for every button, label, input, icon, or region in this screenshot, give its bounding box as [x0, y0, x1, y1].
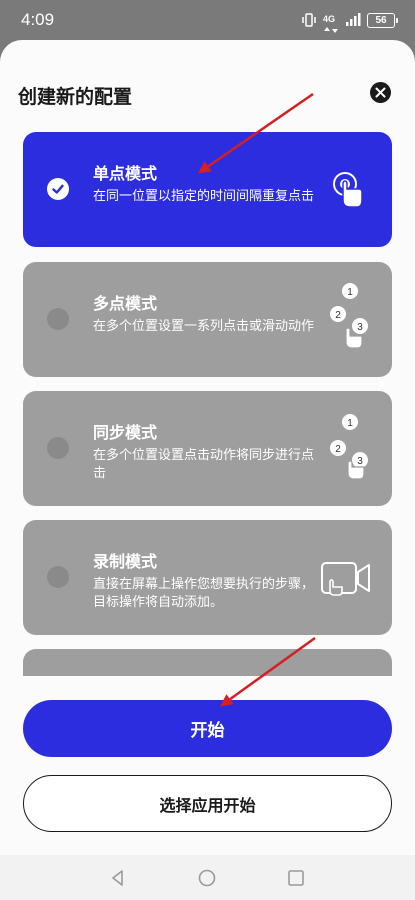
list-fade [0, 676, 415, 694]
single-tap-icon [333, 172, 363, 208]
checkmark-icon [52, 184, 64, 194]
status-bar: 4:09 4G 56 [0, 0, 415, 40]
svg-text:2: 2 [335, 310, 341, 321]
network-type: 4G [323, 14, 336, 24]
start-button[interactable]: 开始 [23, 700, 392, 757]
record-video-icon [321, 562, 370, 596]
battery-level: 56 [375, 14, 387, 26]
navigation-bar [0, 855, 415, 900]
radio-unselected[interactable] [47, 566, 69, 588]
svg-text:3: 3 [357, 322, 363, 333]
mode-title: 同步模式 [93, 423, 158, 442]
mode-card-sync[interactable]: 同步模式 在多个位置设置点击动作将同步进行点击 1 2 3 [23, 391, 392, 506]
mode-title: 录制模式 [93, 552, 158, 571]
back-icon[interactable] [108, 868, 128, 888]
status-time: 4:09 [21, 10, 55, 29]
mode-title: 单点模式 [93, 164, 158, 183]
mode-description: 在多个位置设置一系列点击或滑动动作 [93, 319, 315, 334]
close-button[interactable] [370, 82, 391, 103]
home-icon[interactable] [197, 868, 217, 888]
radio-selected[interactable] [47, 178, 69, 200]
close-icon [375, 87, 386, 98]
recent-apps-icon[interactable] [286, 868, 306, 888]
sheet-title: 创建新的配置 [18, 86, 133, 108]
svg-text:2: 2 [335, 444, 341, 455]
battery-indicator: 56 [367, 12, 398, 28]
signal-icon [346, 13, 361, 26]
mode-title: 多点模式 [93, 294, 158, 313]
svg-text:1: 1 [347, 418, 353, 429]
sync-tap-icon: 1 2 3 [330, 414, 368, 480]
svg-text:1: 1 [347, 287, 353, 298]
mode-description: 直接在屏幕上操作您想要执行的步骤，目标操作将自动添加。 [93, 577, 315, 610]
multi-tap-icon: 1 2 3 [330, 283, 368, 349]
data-arrows-icon [324, 27, 338, 33]
radio-unselected[interactable] [47, 437, 69, 459]
mode-card-multi[interactable]: 多点模式 在多个位置设置一系列点击或滑动动作 1 2 3 [23, 262, 392, 377]
radio-unselected[interactable] [47, 308, 69, 330]
network-indicator: 4G [323, 7, 339, 33]
mode-description: 在同一位置以指定的时间间隔重复点击 [93, 189, 315, 204]
status-icons: 4G 56 [301, 11, 398, 33]
create-config-sheet: 创建新的配置 单点模式 在同一位置以指定的时间间隔重复点击 多点模式 在多个位置… [0, 40, 415, 855]
mode-description: 在多个位置设置点击动作将同步进行点击 [93, 448, 315, 481]
select-app-start-button[interactable]: 选择应用开始 [23, 775, 392, 832]
mode-card-single[interactable]: 单点模式 在同一位置以指定的时间间隔重复点击 [23, 132, 392, 247]
mode-card-record[interactable]: 录制模式 直接在屏幕上操作您想要执行的步骤，目标操作将自动添加。 [23, 520, 392, 635]
vibrate-icon [302, 13, 316, 27]
svg-text:3: 3 [357, 456, 363, 467]
